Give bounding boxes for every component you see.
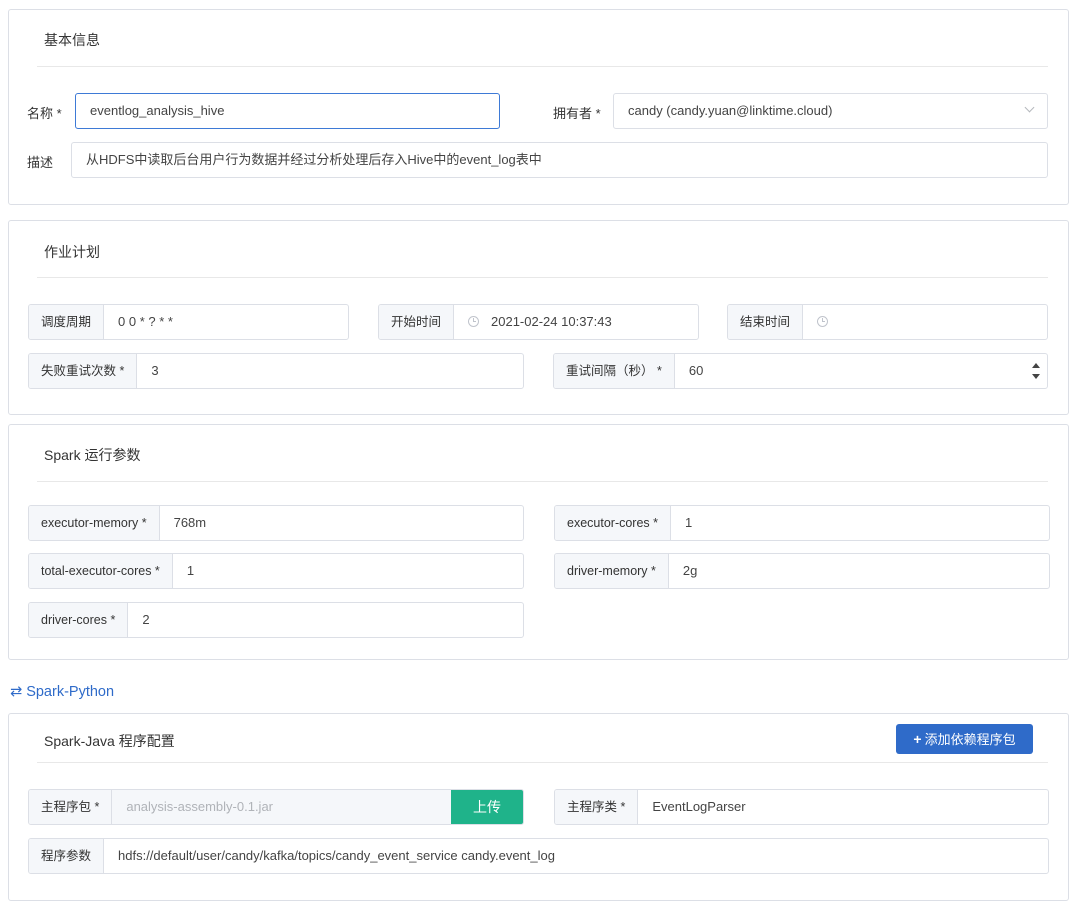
divider [37,277,1048,278]
owner-label: 拥有者 * [553,106,601,121]
basic-info-title: 基本信息 [44,32,100,48]
end-time-label: 结束时间 [728,305,804,339]
total-executor-cores-input[interactable]: 1 [173,554,523,588]
plus-icon: + [913,731,922,747]
executor-cores-label: executor-cores * [555,506,672,540]
executor-cores-input[interactable]: 1 [671,506,1049,540]
main-package-label: 主程序包 * [29,790,113,824]
retry-interval-input[interactable]: 60 [675,354,1025,388]
retry-interval-label: 重试间隔（秒） * [554,354,675,388]
swap-arrows-icon: ⇄ [10,684,23,700]
executor-cores-field[interactable]: executor-cores * 1 [554,505,1050,541]
stepper-up-icon[interactable] [1032,363,1040,368]
executor-memory-field[interactable]: executor-memory * 768m [28,505,524,541]
owner-select[interactable]: candy (candy.yuan@linktime.cloud) [613,93,1048,129]
cycle-field[interactable]: 调度周期 0 0 * ? * * [28,304,349,340]
add-dependency-label: 添加依赖程序包 [924,732,1016,747]
total-executor-cores-label: total-executor-cores * [29,554,173,588]
executor-memory-label: executor-memory * [29,506,160,540]
owner-value: candy (candy.yuan@linktime.cloud) [628,103,833,118]
desc-input[interactable]: 从HDFS中读取后台用户行为数据并经过分析处理后存入Hive中的event_lo… [71,142,1048,178]
driver-memory-input[interactable]: 2g [669,554,1049,588]
program-args-field[interactable]: 程序参数 hdfs://default/user/candy/kafka/top… [28,838,1049,874]
end-time-picker[interactable] [803,305,1047,339]
spark-params-title: Spark 运行参数 [44,447,141,463]
driver-memory-label: driver-memory * [555,554,669,588]
main-class-field[interactable]: 主程序类 * EventLogParser [554,789,1049,825]
divider [37,66,1048,67]
main-package-field[interactable]: 主程序包 * analysis-assembly-0.1.jar 上传 [28,789,524,825]
upload-button[interactable]: 上传 [451,790,523,824]
end-time-field[interactable]: 结束时间 [727,304,1048,340]
start-time-picker[interactable]: 2021-02-24 10:37:43 [454,305,698,339]
schedule-title: 作业计划 [44,244,100,260]
main-package-value: analysis-assembly-0.1.jar [112,790,451,824]
divider [37,762,1048,763]
start-time-value: 2021-02-24 10:37:43 [491,314,612,329]
switch-link-label: Spark-Python [26,684,115,700]
name-input[interactable]: eventlog_analysis_hive [75,93,500,129]
retry-count-input[interactable]: 3 [137,354,523,388]
executor-memory-input[interactable]: 768m [160,506,523,540]
driver-memory-field[interactable]: driver-memory * 2g [554,553,1050,589]
retry-count-label: 失败重试次数 * [29,354,138,388]
cycle-label: 调度周期 [29,305,105,339]
number-stepper[interactable] [1025,354,1047,388]
retry-interval-field[interactable]: 重试间隔（秒） * 60 [553,353,1048,389]
stepper-down-icon[interactable] [1032,374,1040,379]
name-label: 名称 * [27,106,62,121]
desc-label: 描述 [27,155,54,170]
switch-to-spark-python-link[interactable]: ⇄ Spark-Python [10,684,114,700]
driver-cores-input[interactable]: 2 [128,603,523,637]
start-time-field[interactable]: 开始时间 2021-02-24 10:37:43 [378,304,699,340]
start-time-label: 开始时间 [379,305,455,339]
schedule-panel: 作业计划 调度周期 0 0 * ? * * 开始时间 2021-02-24 10… [8,220,1069,415]
clock-icon [468,316,480,327]
program-args-input[interactable]: hdfs://default/user/candy/kafka/topics/c… [104,839,1048,873]
basic-info-panel: 基本信息 名称 * eventlog_analysis_hive 拥有者 * c… [8,9,1069,205]
chevron-down-icon [1024,102,1035,113]
retry-count-field[interactable]: 失败重试次数 * 3 [28,353,524,389]
spark-params-panel: Spark 运行参数 executor-memory * 768m execut… [8,424,1069,660]
clock-icon [817,316,829,327]
add-dependency-button[interactable]: + 添加依赖程序包 [896,724,1033,754]
program-config-title: Spark-Java 程序配置 [44,733,175,749]
driver-cores-label: driver-cores * [29,603,129,637]
total-executor-cores-field[interactable]: total-executor-cores * 1 [28,553,524,589]
cycle-value[interactable]: 0 0 * ? * * [104,305,348,339]
main-class-label: 主程序类 * [555,790,639,824]
driver-cores-field[interactable]: driver-cores * 2 [28,602,524,638]
divider [37,481,1048,482]
main-class-input[interactable]: EventLogParser [638,790,1048,824]
program-args-label: 程序参数 [29,839,105,873]
